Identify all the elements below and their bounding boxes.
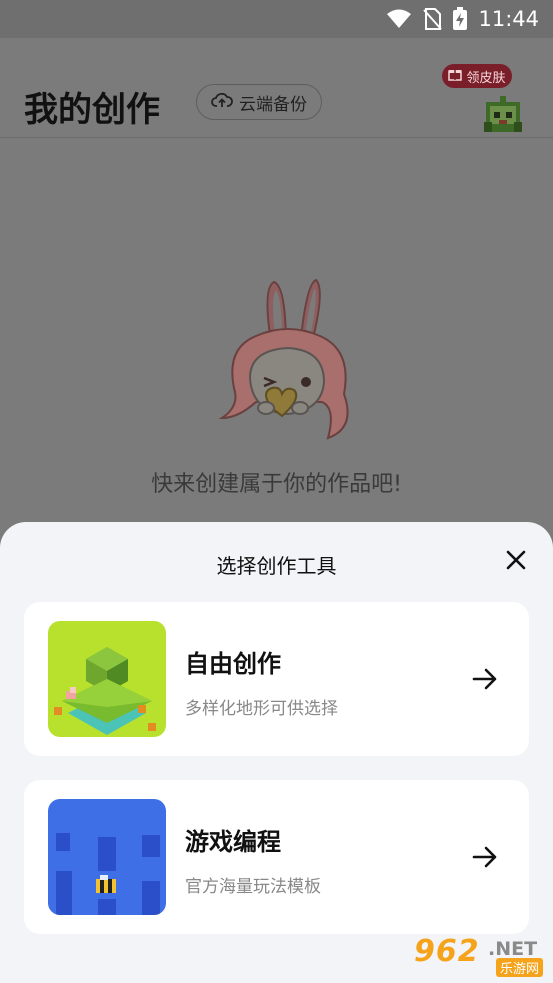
flappy-bee-thumbnail <box>48 799 166 915</box>
free-creation-card[interactable]: 自由创作 多样化地形可供选择 <box>24 602 529 756</box>
free-creation-title: 自由创作 <box>185 650 281 678</box>
wifi-icon <box>386 9 412 29</box>
arrow-right-icon <box>470 842 500 872</box>
page-title: 我的创作 <box>24 90 160 130</box>
empty-state-illustration <box>216 278 362 444</box>
avatar[interactable] <box>480 92 526 138</box>
game-programming-card[interactable]: 游戏编程 官方海量玩法模板 <box>24 780 529 934</box>
game-programming-title: 游戏编程 <box>185 828 281 856</box>
claim-skin-label: 领皮肤 <box>466 70 506 86</box>
cloud-backup-label: 云端备份 <box>239 94 307 115</box>
watermark-suffix: .NET <box>488 938 538 960</box>
status-time: 11:44 <box>478 7 539 31</box>
creation-tool-sheet: 选择创作工具 自由创作 多样化地形可供选择 游戏编程 官方海量玩法模板 <box>0 522 553 983</box>
claim-skin-badge[interactable]: 领皮肤 <box>442 64 512 88</box>
gift-icon <box>448 67 463 85</box>
cloud-upload-icon <box>211 91 233 114</box>
close-button[interactable] <box>500 546 532 578</box>
empty-state-text: 快来创建属于你的作品吧! <box>151 472 402 497</box>
site-watermark: 962 .NET 乐游网 <box>414 934 548 978</box>
watermark-number: 962 <box>414 934 480 969</box>
cloud-backup-button[interactable]: 云端备份 <box>196 84 322 120</box>
free-creation-desc: 多样化地形可供选择 <box>185 699 338 719</box>
sheet-title: 选择创作工具 <box>216 554 337 578</box>
status-bar: 11:44 <box>0 0 553 38</box>
game-programming-desc: 官方海量玩法模板 <box>185 877 321 897</box>
watermark-sub: 乐游网 <box>496 958 544 977</box>
page-header: 我的创作 云端备份 领皮肤 <box>0 38 553 138</box>
no-sim-icon <box>422 8 443 30</box>
arrow-right-icon <box>470 664 500 694</box>
terrain-thumbnail <box>48 621 166 737</box>
close-icon <box>505 549 527 575</box>
battery-charging-icon <box>452 7 468 31</box>
